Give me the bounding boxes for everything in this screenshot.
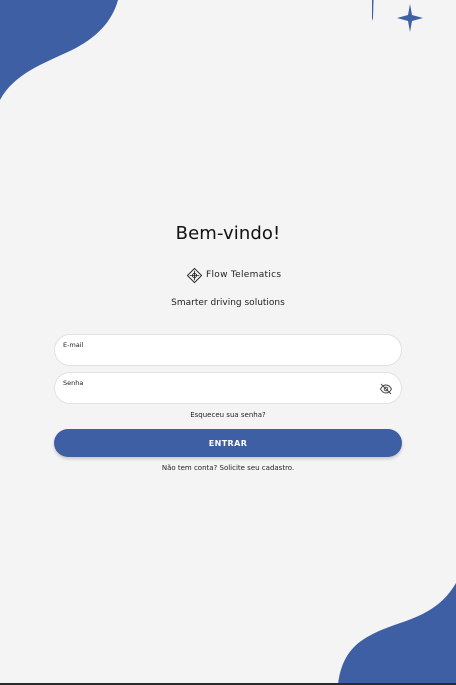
password-label: Senha: [63, 379, 84, 387]
signup-row: Não tem conta? Solicite seu cadastro.: [0, 464, 456, 472]
sparkle-icon: [372, 0, 423, 32]
login-button[interactable]: ENTRAR: [54, 429, 402, 457]
signup-link[interactable]: Não tem conta? Solicite seu cadastro.: [162, 464, 294, 472]
email-input[interactable]: [63, 350, 363, 363]
brand-name: Flow Telematics: [206, 270, 282, 280]
brand-logo: Flow Telematics: [186, 266, 281, 284]
decorative-blob-bottom-right: [338, 583, 456, 685]
brand-tagline: Smarter driving solutions: [171, 298, 285, 308]
password-field[interactable]: Senha: [54, 372, 402, 404]
diamond-cross-logo-icon: [186, 267, 203, 283]
page-title: Bem-vindo!: [175, 223, 281, 244]
eye-off-icon[interactable]: [379, 382, 393, 396]
decorative-blob-top-left: [0, 0, 118, 100]
forgot-password-link[interactable]: Esqueceu sua senha?: [190, 411, 266, 419]
password-input[interactable]: [63, 388, 363, 401]
email-field[interactable]: E-mail: [54, 334, 402, 366]
forgot-password-row: Esqueceu sua senha?: [0, 411, 456, 419]
email-label: E-mail: [63, 341, 84, 349]
